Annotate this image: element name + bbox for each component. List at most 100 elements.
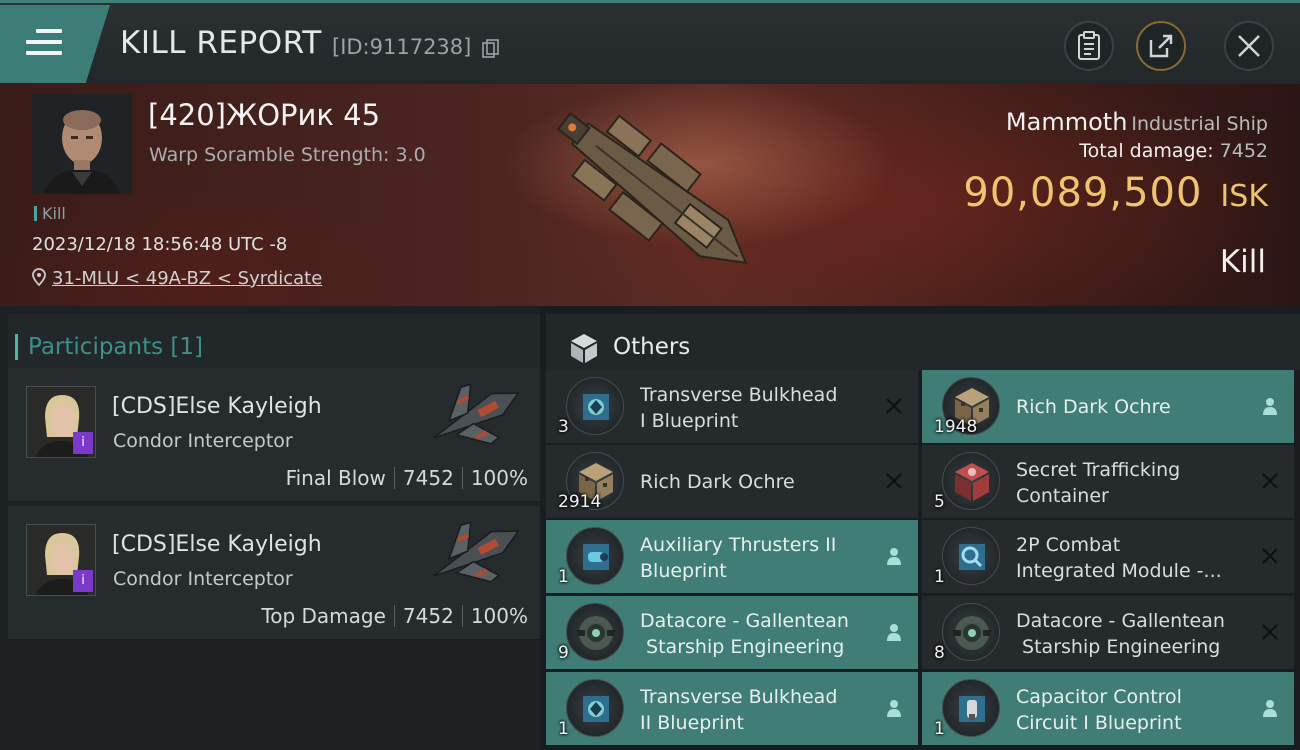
item-name-line-2: Blueprint [640, 560, 727, 582]
participant-ship-image [433, 383, 520, 445]
item-name-line-1: Rich Dark Ochre [1016, 396, 1171, 418]
hamburger-icon [26, 29, 62, 59]
victim-panel: [420]ЖОРик 45 Warp Soramble Strength: 3.… [0, 84, 1300, 306]
participant-damage: 7452 [402, 604, 454, 628]
loot-item[interactable]: 8 Datacore - Gallentean Starship Engineer… [922, 596, 1294, 669]
clipboard-icon [1078, 31, 1100, 60]
datacore-icon [566, 603, 624, 661]
item-quantity: 1 [934, 567, 945, 587]
participant-name[interactable]: [CDS]Else Kayleigh [112, 532, 322, 557]
item-name: Datacore - Gallentean Starship Engineeri… [640, 608, 872, 660]
pilot-portrait-image [32, 94, 132, 194]
item-name-line-2: Starship Engineering [1016, 636, 1221, 658]
loot-item[interactable]: 1 Capacitor Control Circuit I Blueprint [922, 672, 1294, 745]
kill-datetime: 2023/12/18 18:56:48 UTC -8 [32, 234, 288, 255]
item-name-line-2: Starship Engineering [640, 636, 845, 658]
loot-item[interactable]: 1 Auxiliary Thrusters II Blueprint [546, 520, 918, 593]
participant-stats: Top Damage 7452 100% [261, 604, 528, 628]
victim-portrait[interactable] [32, 94, 132, 194]
item-name-line-1: Transverse Bulkhead [640, 686, 838, 708]
item-name: Rich Dark Ochre [640, 469, 872, 495]
item-name-line-2: Circuit I Blueprint [1016, 712, 1182, 734]
location-link[interactable]: 31-MLU < 49A-BZ < Syrdicate [52, 268, 322, 289]
item-name: Datacore - Gallentean Starship Engineeri… [1016, 608, 1248, 660]
copy-icon[interactable] [482, 39, 500, 59]
participant-row[interactable]: i [CDS]Else Kayleigh Condor Interceptor … [8, 368, 540, 502]
participants-title-text: Participants [28, 334, 164, 360]
item-name-line-1: Datacore - Gallentean [640, 610, 849, 632]
participant-portrait[interactable]: i [26, 524, 96, 596]
participant-row[interactable]: i [CDS]Else Kayleigh Condor Interceptor … [8, 506, 540, 640]
menu-button[interactable] [0, 5, 110, 83]
item-name-line-1: Auxiliary Thrusters II [640, 534, 837, 556]
item-name: Transverse Bulkhead I Blueprint [640, 382, 872, 434]
item-quantity: 2914 [558, 492, 602, 512]
participant-name[interactable]: [CDS]Else Kayleigh [112, 394, 322, 419]
loot-item[interactable]: 1948 Rich Dark Ochre [922, 370, 1294, 443]
loot-item[interactable]: 1 Transverse Bulkhead II Blueprint [546, 672, 918, 745]
participant-portrait[interactable]: i [26, 386, 96, 458]
destroyed-icon [886, 398, 902, 414]
dropped-icon [887, 700, 901, 717]
share-button[interactable] [1136, 21, 1186, 71]
report-result: Kill [1219, 244, 1266, 280]
item-quantity: 3 [558, 417, 569, 437]
blueprint-combat-icon [942, 527, 1000, 585]
participant-role: Top Damage [261, 604, 386, 628]
item-name: Rich Dark Ochre [1016, 394, 1248, 420]
item-name-line-2: I Blueprint [640, 410, 739, 432]
item-quantity: 8 [934, 643, 945, 663]
clipboard-button[interactable] [1064, 21, 1114, 71]
item-quantity: 9 [558, 643, 569, 663]
close-button[interactable] [1224, 21, 1274, 71]
isk-unit: ISK [1220, 179, 1268, 214]
isk-value: 90,089,500 [963, 170, 1203, 216]
participant-ship: Condor Interceptor [113, 430, 293, 452]
loot-item[interactable]: 1 2P Combat Integrated Module -... [922, 520, 1294, 593]
item-name-line-1: Transverse Bulkhead [640, 384, 838, 406]
participant-stats: Final Blow 7452 100% [286, 466, 528, 490]
report-id: [ID:9117238] [332, 35, 472, 59]
item-quantity: 5 [934, 492, 945, 512]
loot-item[interactable]: 5 Secret Trafficking Container [922, 445, 1294, 518]
item-quantity: 1948 [934, 417, 978, 437]
participant-badge: i [73, 432, 93, 454]
datacore-icon [942, 603, 1000, 661]
others-header: Others [546, 314, 1300, 370]
participants-title: Participants [1] [14, 334, 203, 360]
loot-item[interactable]: 9 Datacore - Gallentean Starship Engineer… [546, 596, 918, 669]
item-quantity: 1 [558, 719, 569, 739]
dropped-icon [887, 548, 901, 565]
item-name: 2P Combat Integrated Module -... [1016, 532, 1248, 584]
victim-ship-line: Mammoth Industrial Ship [1006, 108, 1268, 136]
item-name-line-1: Secret Trafficking [1016, 459, 1181, 481]
others-panel: Others 3 Transverse Bulkhead I Blueprint 19… [540, 306, 1300, 750]
container-icon [942, 452, 1000, 510]
blueprint-thruster-icon [566, 527, 624, 585]
destroyed-icon [1262, 548, 1278, 564]
item-name-line-1: Datacore - Gallentean [1016, 610, 1225, 632]
item-name-line-2: II Blueprint [640, 712, 744, 734]
page-title: KILL REPORT [120, 25, 322, 61]
item-name: Auxiliary Thrusters II Blueprint [640, 532, 872, 584]
item-name-line-1: Capacitor Control [1016, 686, 1182, 708]
ship-class: Industrial Ship [1131, 113, 1268, 135]
victim-name[interactable]: [420]ЖОРик 45 [148, 98, 380, 132]
participant-damage: 7452 [402, 466, 454, 490]
kill-tag: Kill [34, 204, 66, 223]
location-pin-icon [32, 268, 46, 287]
share-icon [1149, 34, 1173, 58]
isk-value-line: 90,089,500 ISK [963, 170, 1268, 216]
participant-badge: i [73, 570, 93, 592]
participant-percent: 100% [470, 466, 528, 490]
dropped-icon [1263, 398, 1277, 415]
loot-item[interactable]: 2914 Rich Dark Ochre [546, 445, 918, 518]
ship-name[interactable]: Mammoth [1006, 108, 1127, 136]
kill-location[interactable]: 31-MLU < 49A-BZ < Syrdicate [32, 268, 322, 289]
victim-ship-image [556, 111, 748, 265]
blueprint-capacitor-icon [942, 679, 1000, 737]
participant-ship-image [433, 521, 520, 583]
total-damage-label: Total damage: [1079, 140, 1214, 162]
loot-item[interactable]: 3 Transverse Bulkhead I Blueprint [546, 370, 918, 443]
item-quantity: 1 [934, 719, 945, 739]
